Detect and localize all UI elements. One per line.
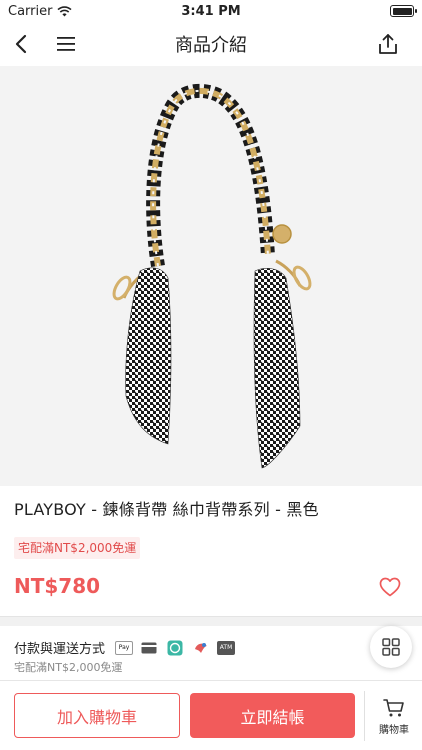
payment-shipping-label: 付款與運送方式 bbox=[14, 642, 106, 657]
payment-shipping-row[interactable]: 付款與運送方式 Pay ATM bbox=[14, 638, 236, 657]
product-photo bbox=[112, 83, 312, 469]
wifi-icon bbox=[57, 5, 73, 16]
product-price: NT$780 bbox=[14, 574, 101, 598]
back-button[interactable] bbox=[0, 22, 44, 66]
free-shipping-badge: 宅配滿NT$2,000免運 bbox=[14, 537, 141, 559]
nav-bar: 商品介紹 bbox=[0, 22, 422, 66]
credit-card-icon bbox=[139, 640, 160, 655]
section-divider bbox=[0, 616, 422, 626]
line-pay-icon bbox=[165, 640, 186, 655]
status-time: 3:41 PM bbox=[181, 3, 241, 19]
grid-icon bbox=[382, 638, 400, 656]
chevron-left-icon bbox=[15, 34, 27, 54]
cart-icon bbox=[383, 699, 404, 717]
atm-icon: ATM bbox=[217, 640, 236, 655]
status-left: Carrier bbox=[8, 3, 73, 19]
apple-pay-icon: Pay bbox=[115, 640, 134, 655]
status-bar: Carrier 3:41 PM bbox=[0, 0, 422, 22]
share-icon bbox=[379, 34, 397, 54]
hamburger-menu-icon bbox=[57, 37, 75, 51]
bottom-action-bar: 加入購物車 立即結帳 購物車 bbox=[0, 680, 422, 750]
product-image[interactable] bbox=[0, 66, 422, 486]
cart-separator bbox=[364, 691, 365, 741]
add-to-cart-button[interactable]: 加入購物車 bbox=[14, 693, 180, 738]
menu-button[interactable] bbox=[44, 22, 88, 66]
carrier-label: Carrier bbox=[8, 3, 53, 19]
payment-shipping-subtext: 宅配滿NT$2,000免運 bbox=[14, 661, 123, 674]
heart-outline-icon bbox=[379, 577, 401, 597]
wishlist-button[interactable] bbox=[378, 575, 402, 599]
battery-icon bbox=[390, 5, 417, 17]
cart-tab[interactable]: 購物車 bbox=[366, 693, 422, 741]
share-button[interactable] bbox=[366, 22, 410, 66]
cart-label: 購物車 bbox=[379, 725, 409, 736]
product-title: PLAYBOY - 鍊條背帶 絲巾背帶系列 - 黑色 bbox=[14, 500, 319, 519]
floating-menu-button[interactable] bbox=[370, 626, 412, 668]
battery-level-fill bbox=[392, 7, 412, 15]
buy-now-button[interactable]: 立即結帳 bbox=[190, 693, 355, 738]
jko-pay-icon bbox=[191, 640, 212, 655]
page-title: 商品介紹 bbox=[175, 35, 247, 56]
